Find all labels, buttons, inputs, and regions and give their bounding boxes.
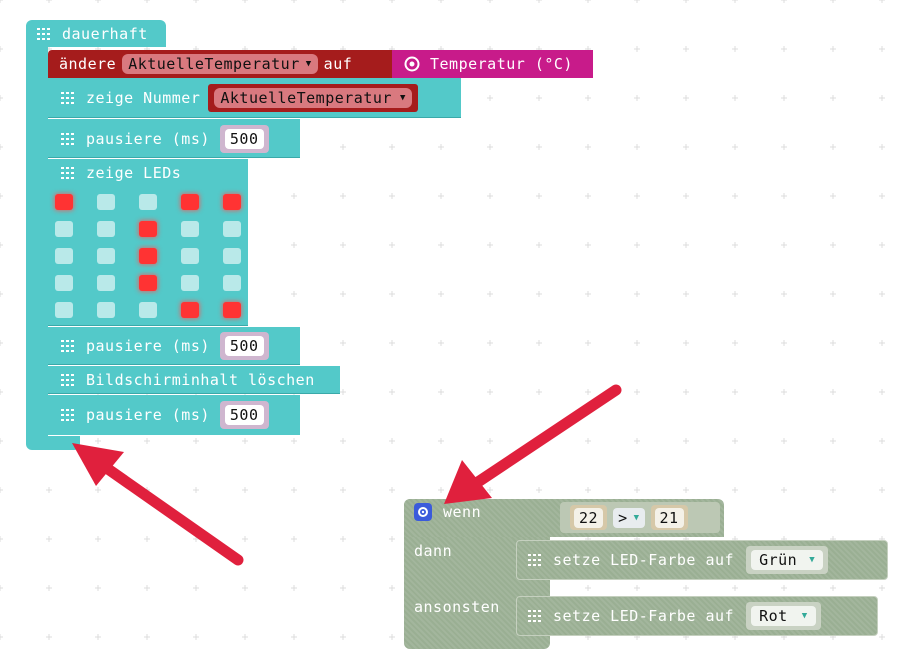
if-label: wenn: [443, 503, 482, 521]
led-grid-icon: [528, 610, 541, 622]
left-operand-input[interactable]: 22: [574, 507, 604, 528]
led-cell[interactable]: [223, 302, 241, 318]
pause-label: pausiere (ms): [86, 337, 210, 355]
set-variable-block[interactable]: ändere AktuelleTemperatur ▼ auf: [48, 50, 392, 78]
led-cell[interactable]: [55, 302, 73, 318]
led-cell[interactable]: [97, 194, 115, 210]
led-cell[interactable]: [181, 221, 199, 237]
color-value: Rot: [759, 607, 788, 625]
else-label: ansonsten: [414, 598, 500, 616]
color-dropdown[interactable]: Rot ▼: [751, 606, 816, 626]
forever-footer: [26, 436, 80, 450]
forever-spine: [26, 46, 48, 438]
gear-icon[interactable]: [414, 503, 432, 521]
led-cell[interactable]: [139, 302, 157, 318]
thermometer-target-icon: [404, 56, 420, 72]
led-cell[interactable]: [55, 194, 73, 210]
pause-block[interactable]: pausiere (ms) 500: [48, 327, 300, 365]
dropdown-arrow-icon: ▼: [399, 93, 406, 103]
dropdown-arrow-icon: ▼: [305, 59, 312, 69]
comparison-block[interactable]: 22 > ▼ 21: [560, 502, 720, 533]
variable-reporter[interactable]: AktuelleTemperatur ▼: [208, 84, 418, 112]
forever-block[interactable]: dauerhaft: [26, 20, 166, 47]
led-grid-icon: [61, 409, 74, 421]
dropdown-arrow-icon: ▼: [801, 611, 808, 621]
variable-dropdown[interactable]: AktuelleTemperatur ▼: [122, 54, 318, 74]
set-middle: auf: [323, 55, 353, 73]
set-prefix: ändere: [59, 55, 117, 73]
led-cell[interactable]: [139, 194, 157, 210]
led-cell[interactable]: [181, 302, 199, 318]
led-cell[interactable]: [223, 275, 241, 291]
led-grid-icon: [61, 92, 74, 104]
led-cell[interactable]: [139, 221, 157, 237]
then-label: dann: [414, 542, 453, 560]
temperature-reporter[interactable]: Temperatur (°C): [392, 50, 593, 78]
pause-label: pausiere (ms): [86, 129, 210, 148]
set-led-color-label: setze LED-Farbe auf: [553, 607, 735, 625]
pause-block[interactable]: pausiere (ms) 500: [48, 395, 300, 435]
variable-dropdown[interactable]: AktuelleTemperatur ▼: [214, 88, 412, 108]
led-grid-icon: [61, 132, 74, 145]
led-cell[interactable]: [97, 302, 115, 318]
led-cell[interactable]: [223, 248, 241, 264]
operator-dropdown[interactable]: > ▼: [613, 507, 645, 528]
led-matrix: [48, 159, 248, 326]
led-grid-icon: [61, 374, 74, 386]
set-led-color-block[interactable]: setze LED-Farbe auf Rot ▼: [516, 596, 878, 636]
right-operand-input[interactable]: 21: [654, 507, 684, 528]
led-cell[interactable]: [139, 275, 157, 291]
pause-label: pausiere (ms): [86, 406, 210, 424]
forever-label: dauerhaft: [62, 24, 148, 43]
pause-ms-input[interactable]: 500: [224, 128, 264, 149]
show-number-label: zeige Nummer: [86, 89, 201, 107]
led-cell[interactable]: [223, 221, 241, 237]
show-number-block[interactable]: zeige Nummer AktuelleTemperatur ▼: [48, 78, 461, 118]
led-cell[interactable]: [223, 194, 241, 210]
clear-screen-block[interactable]: Bildschirminhalt löschen: [48, 366, 340, 394]
color-dropdown[interactable]: Grün ▼: [751, 550, 824, 570]
led-cell[interactable]: [181, 194, 199, 210]
clear-screen-label: Bildschirminhalt löschen: [86, 371, 315, 389]
pause-block[interactable]: pausiere (ms) 500: [48, 119, 300, 158]
dropdown-arrow-icon: ▼: [809, 555, 816, 565]
pause-ms-input[interactable]: 500: [224, 336, 264, 356]
led-cell[interactable]: [97, 221, 115, 237]
led-grid-icon: [37, 27, 50, 40]
led-grid-icon: [61, 340, 74, 352]
led-cell[interactable]: [139, 248, 157, 264]
variable-name: AktuelleTemperatur: [220, 89, 392, 107]
color-value: Grün: [759, 551, 798, 569]
pause-ms-input[interactable]: 500: [224, 405, 264, 425]
led-grid-icon: [528, 554, 541, 566]
set-led-color-label: setze LED-Farbe auf: [553, 551, 735, 569]
led-cell[interactable]: [181, 275, 199, 291]
variable-name: AktuelleTemperatur: [128, 55, 300, 73]
if-header: wenn: [404, 499, 481, 537]
set-led-color-block[interactable]: setze LED-Farbe auf Grün ▼: [516, 540, 888, 580]
led-cell[interactable]: [181, 248, 199, 264]
led-cell[interactable]: [97, 275, 115, 291]
led-cell[interactable]: [55, 275, 73, 291]
led-cell[interactable]: [55, 248, 73, 264]
operator-value: >: [618, 508, 628, 527]
led-cell[interactable]: [97, 248, 115, 264]
show-leds-block[interactable]: zeige LEDs: [48, 159, 248, 326]
led-cell[interactable]: [55, 221, 73, 237]
temperature-label: Temperatur (°C): [430, 55, 573, 73]
dropdown-arrow-icon: ▼: [633, 512, 640, 523]
